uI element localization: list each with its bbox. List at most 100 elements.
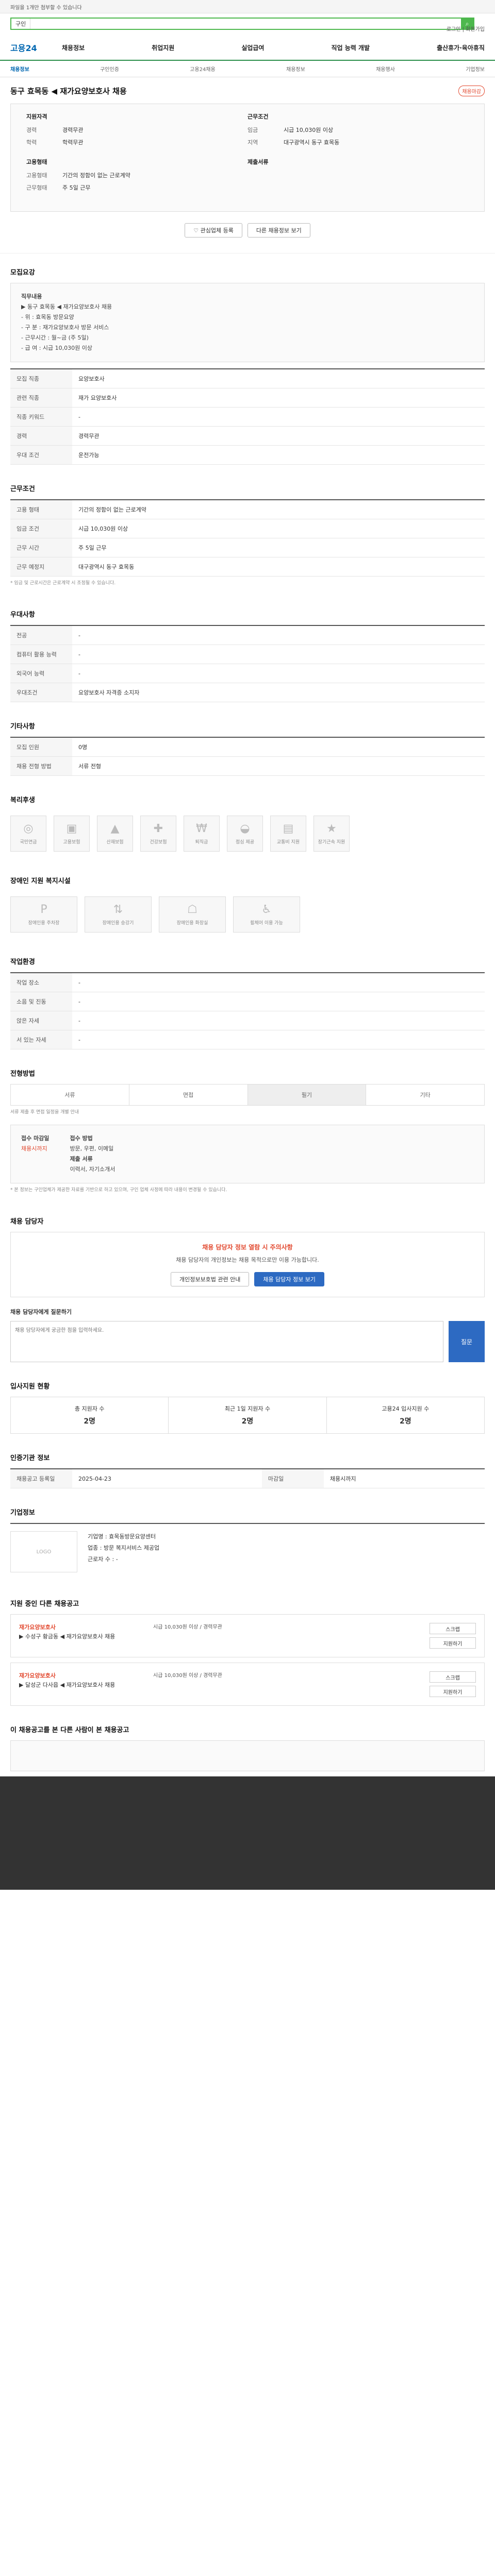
support-tile: P 장애인용 주차장 bbox=[10, 896, 77, 933]
benefit-label: 점심 제공 bbox=[236, 840, 254, 845]
summary-value: 학력무관 bbox=[62, 139, 84, 146]
row-key: 직종 키워드 bbox=[10, 407, 72, 427]
summary-key: 학력 bbox=[26, 139, 37, 146]
row-value: 서류 전형 bbox=[72, 756, 485, 776]
scrap-button[interactable]: 스크랩 bbox=[430, 1671, 476, 1683]
pension-icon: ◎ bbox=[23, 822, 34, 835]
benefit-label: 장기근속 지원 bbox=[318, 840, 345, 845]
favorite-button[interactable]: ♡ 관심업체 등록 bbox=[185, 223, 242, 238]
row-key: 근무 시간 bbox=[10, 538, 72, 557]
view-contact-button[interactable]: 채용 담당자 정보 보기 bbox=[254, 1272, 324, 1286]
summary-key: 지역 bbox=[248, 139, 258, 146]
privacy-button[interactable]: 개인정보보호법 관련 안내 bbox=[171, 1272, 250, 1286]
elevator-icon: ⇅ bbox=[113, 903, 123, 916]
stat-value: 2명 bbox=[241, 1417, 254, 1426]
corp-logo: LOGO bbox=[10, 1531, 77, 1572]
method-note: 서류 제출 후 면접 일정을 개별 안내 bbox=[10, 1110, 79, 1115]
other-jobs-button[interactable]: 다른 채용정보 보기 bbox=[247, 223, 310, 238]
method-step: 기타 bbox=[420, 1092, 431, 1098]
search-category[interactable]: 구인 bbox=[11, 19, 31, 29]
utility-links[interactable]: 로그인 | 회원가입 bbox=[447, 25, 485, 32]
method-steps: 서류 면접 필기 기타 bbox=[10, 1084, 485, 1106]
stat-label: 총 지원자 수 bbox=[74, 1405, 105, 1412]
benefit-tile: ₩ 퇴직금 bbox=[184, 816, 220, 852]
other-job-card[interactable]: 재가요양보호사 ▶ 달성군 다사읍 ◀ 재가요양보호사 채용 시급 10,030원… bbox=[10, 1663, 485, 1706]
row-value: 요양보호사 자격증 소지자 bbox=[72, 683, 485, 702]
apply-box: 접수 마감일 채용시까지 접수 방법 방문, 우편, 이메일 제출 서류 이력서, 자기… bbox=[10, 1125, 485, 1183]
row-key: 관련 직종 bbox=[10, 388, 72, 408]
heart-icon: ♡ bbox=[193, 227, 201, 234]
search-box[interactable]: 구인 ⌕ bbox=[10, 18, 474, 30]
gnb-unemployment[interactable]: 실업급여 bbox=[241, 43, 264, 52]
row-value: 2025-04-23 bbox=[72, 1469, 262, 1488]
apply-button[interactable]: 지원하기 bbox=[430, 1686, 476, 1697]
inquiry-submit-button[interactable]: 질문 bbox=[449, 1321, 485, 1362]
summary-left-heading: 지원자격 bbox=[26, 113, 47, 120]
other-job-meta: 시급 10,030원 이상 / 경력무관 bbox=[153, 1673, 222, 1679]
row-key: 우대 조건 bbox=[10, 445, 72, 465]
row-key: 작업 장소 bbox=[10, 973, 72, 992]
row-value: - bbox=[72, 407, 485, 427]
footer bbox=[0, 1776, 495, 1890]
support-tile: ☖ 장애인용 화장실 bbox=[159, 896, 226, 933]
recommend-box bbox=[10, 1740, 485, 1771]
benefit-heading: 복리후생 bbox=[10, 796, 35, 804]
recruit-table: 모집 직종 요양보호사 관련 직종 재가 요양보호사 직종 키워드 - 경력 경력무관 … bbox=[10, 368, 485, 465]
inquiry-input[interactable] bbox=[10, 1321, 443, 1362]
row-key: 마감일 bbox=[261, 1469, 324, 1488]
stat-heading: 입사지원 현황 bbox=[10, 1383, 50, 1391]
other-table: 모집 인원 0명 채용 전형 방법 서류 전형 bbox=[10, 737, 485, 776]
snb-item-2[interactable]: 고용24채용 bbox=[190, 65, 216, 73]
gnb-support[interactable]: 취업지원 bbox=[152, 43, 174, 52]
gnb-training[interactable]: 직업 능력 개발 bbox=[331, 43, 370, 52]
duty-line: - 위 : 효목동 방문요양 bbox=[21, 314, 74, 320]
row-key: 채용 전형 방법 bbox=[10, 756, 72, 776]
wheelchair-icon: ♿ bbox=[261, 903, 272, 916]
snb-item-0[interactable]: 채용정보 bbox=[10, 65, 29, 73]
summary-value: 시급 10,030원 이상 bbox=[284, 127, 334, 133]
summary-panel: 지원자격 경력 경력무관 학력 학력무관 근무조건 임금 시급 10,030원 이상 … bbox=[10, 104, 485, 212]
snb-item-5[interactable]: 기업정보 bbox=[466, 65, 485, 73]
row-value: 경력무관 bbox=[72, 426, 485, 446]
status-badge: 채용마감 bbox=[458, 86, 485, 96]
report-heading: 채용 담당자 bbox=[10, 1218, 44, 1226]
other-job-title[interactable]: ▶ 수성구 황금동 ◀ 재가요양보호사 채용 bbox=[19, 1632, 153, 1641]
duty-box: 직무내용 ▶ 동구 효목동 ◀ 재가요양보호사 채용 - 위 : 효목동 방문요… bbox=[10, 283, 485, 362]
apply-button[interactable]: 지원하기 bbox=[430, 1637, 476, 1649]
logo[interactable]: 고용24 bbox=[10, 41, 52, 54]
corp-heading: 기업정보 bbox=[10, 1509, 35, 1517]
info-heading: 인증기관 정보 bbox=[10, 1454, 50, 1462]
row-value: - bbox=[72, 625, 485, 645]
row-value: - bbox=[72, 645, 485, 664]
snb-item-3[interactable]: 채용정보 bbox=[286, 65, 305, 73]
facility-heading: 작업환경 bbox=[10, 958, 35, 966]
support-label: 장애인용 승강기 bbox=[102, 921, 134, 926]
condition-heading: 근무조건 bbox=[10, 485, 35, 493]
summary-right-heading: 근무조건 bbox=[248, 113, 269, 120]
scrap-button[interactable]: 스크랩 bbox=[430, 1623, 476, 1634]
row-key: 경력 bbox=[10, 426, 72, 446]
condition-note: * 임금 및 근로시간은 근로계약 시 조정될 수 있습니다. bbox=[10, 581, 116, 586]
row-value: - bbox=[72, 664, 485, 683]
snb-item-1[interactable]: 구인인증 bbox=[100, 65, 119, 73]
benefit-grid: ◎ 국민연금 ▣ 고용보험 ▲ 산재보험 ✚ 건강보험 ₩ 퇴직금 ◒ 점심 제공 ▤ 교통비… bbox=[10, 810, 485, 857]
stat-value: 2명 bbox=[400, 1417, 411, 1426]
stat-item: 총 지원자 수 2명 bbox=[11, 1397, 169, 1433]
gnb-jobs[interactable]: 채용정보 bbox=[62, 43, 85, 52]
snb-item-4[interactable]: 채용행사 bbox=[376, 65, 395, 73]
stat-label: 최근 1일 지원자 수 bbox=[224, 1405, 271, 1412]
apply-doc: 이력서, 자기소개서 bbox=[70, 1166, 116, 1173]
summary-value: 경력무관 bbox=[62, 127, 84, 133]
corp-value: - bbox=[116, 1556, 118, 1563]
recruit-heading: 모집요강 bbox=[10, 269, 35, 277]
row-key: 앉은 자세 bbox=[10, 1011, 72, 1030]
summary-key: 근무형태 bbox=[26, 184, 47, 191]
bus-icon: ▤ bbox=[283, 822, 294, 835]
row-key: 임금 조건 bbox=[10, 519, 72, 538]
other-job-title[interactable]: ▶ 달성군 다사읍 ◀ 재가요양보호사 채용 bbox=[19, 1681, 153, 1690]
row-value: 기간의 정함이 없는 근로계약 bbox=[72, 500, 485, 519]
gnb-leave[interactable]: 출산휴가·육아휴직 bbox=[437, 43, 485, 52]
corp-key: 업종 bbox=[88, 1545, 98, 1551]
alert-box: 채용 담당자 정보 열람 시 주의사항 채용 담당자의 개인정보는 채용 목적으… bbox=[10, 1232, 485, 1297]
other-job-card[interactable]: 재가요양보호사 ▶ 수성구 황금동 ◀ 재가요양보호사 채용 시급 10,030원… bbox=[10, 1614, 485, 1657]
